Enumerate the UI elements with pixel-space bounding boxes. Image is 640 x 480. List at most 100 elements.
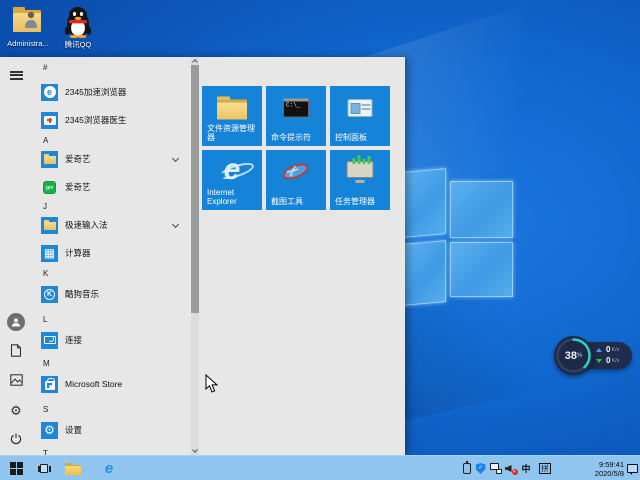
scroll-up-icon[interactable]: [191, 59, 198, 65]
pictures-button[interactable]: [0, 367, 32, 393]
task-manager-icon: [346, 155, 374, 183]
app-item-calculator[interactable]: ▦ 计算器: [32, 244, 190, 262]
section-header[interactable]: K: [43, 269, 48, 278]
app-item-2345-doctor[interactable]: 2345浏览器医生: [32, 111, 190, 129]
section-header[interactable]: #: [43, 63, 47, 72]
tile-command-prompt[interactable]: C:\_ 命令提示符: [266, 86, 326, 146]
usage-gauge[interactable]: 38%: [554, 336, 593, 375]
user-avatar-icon: [7, 313, 25, 331]
desktop-icon-qq[interactable]: 腾讯QQ: [54, 7, 102, 50]
chevron-down-icon: [171, 220, 180, 228]
mouse-cursor: [205, 374, 219, 393]
usb-icon: [463, 461, 471, 474]
2345-browser-icon: e: [41, 83, 58, 101]
documents-button[interactable]: [0, 337, 32, 363]
section-header[interactable]: A: [43, 136, 48, 145]
rail-settings-button[interactable]: ⚙: [0, 397, 32, 423]
action-center-icon: [626, 464, 638, 475]
command-prompt-icon: C:\_: [283, 98, 309, 118]
ime-name-button[interactable]: 拼: [537, 456, 553, 480]
desktop-icon-administrator[interactable]: Administra...: [4, 7, 52, 48]
folder-item-iqiyi[interactable]: 爱奇艺: [32, 150, 190, 168]
windows-logo-icon: [9, 462, 23, 475]
network-tray-button[interactable]: [488, 456, 503, 480]
start-rail: ⚙: [0, 57, 32, 455]
folder-icon: [41, 150, 58, 168]
net-speed-rows: 0 K/s 0 K/s: [596, 344, 630, 366]
start-menu: ⚙ # e 2345加速浏览器 2345浏览器医生 A 爱奇艺 QIY 爱奇艺 …: [0, 57, 405, 455]
ime-mode-button[interactable]: 中: [519, 456, 533, 480]
document-icon: [10, 343, 22, 357]
2345-doctor-icon: [41, 111, 58, 129]
section-header[interactable]: L: [43, 315, 47, 324]
start-app-list: # e 2345加速浏览器 2345浏览器医生 A 爱奇艺 QIY 爱奇艺 J: [32, 57, 190, 455]
expand-menu-button[interactable]: [0, 62, 32, 88]
clock-date: 2020/5/8: [594, 468, 624, 478]
folder-icon: [65, 462, 81, 475]
app-item-kugou[interactable]: K 酷狗音乐: [32, 285, 190, 303]
taskbar-internet-explorer[interactable]: e: [99, 456, 119, 480]
power-button[interactable]: [0, 426, 32, 452]
tile-internet-explorer[interactable]: e Internet Explorer: [202, 150, 262, 210]
power-icon: [10, 433, 22, 445]
settings-icon: ⚙: [41, 421, 58, 439]
iqiyi-icon: QIY: [41, 179, 58, 196]
connect-icon: [41, 331, 58, 349]
clock-time: 9:59:41: [598, 459, 624, 469]
control-panel-icon: [347, 99, 373, 117]
start-tiles: 文件资源管理器 C:\_ 命令提示符 控制面板 e Internet Explo…: [199, 57, 405, 455]
tile-file-explorer[interactable]: 文件资源管理器: [202, 86, 262, 146]
calculator-icon: ▦: [41, 244, 58, 262]
folder-icon: [41, 216, 58, 234]
tile-control-panel[interactable]: 控制面板: [330, 86, 390, 146]
user-account-button[interactable]: [0, 309, 32, 335]
network-icon: [489, 463, 502, 474]
task-view-button[interactable]: [34, 456, 54, 480]
gear-icon: ⚙: [10, 402, 22, 418]
user-folder-icon: [11, 7, 45, 37]
ie-icon: e: [104, 460, 114, 477]
action-center-button[interactable]: [625, 456, 639, 480]
taskbar-file-explorer[interactable]: [63, 456, 83, 480]
start-scrollbar[interactable]: [191, 57, 199, 455]
microsoft-store-icon: [41, 375, 58, 393]
app-item-microsoft-store[interactable]: Microsoft Store: [32, 375, 190, 393]
windows-logo-pane: [450, 242, 513, 297]
scrollbar-thumb[interactable]: [191, 65, 199, 313]
tile-snipping-tool[interactable]: ✂ 截图工具: [266, 150, 326, 210]
folder-item-jisu-ime[interactable]: 极速输入法: [32, 216, 190, 234]
windows-logo-pane: [403, 240, 446, 306]
app-item-iqiyi[interactable]: QIY 爱奇艺: [32, 178, 190, 196]
start-button[interactable]: [4, 456, 28, 480]
scroll-down-icon[interactable]: [191, 447, 198, 453]
internet-explorer-icon: e: [217, 155, 256, 185]
file-explorer-icon: [217, 96, 247, 120]
tile-task-manager[interactable]: 任务管理器: [330, 150, 390, 210]
usb-tray-button[interactable]: [461, 456, 473, 480]
ime-grid-icon: 拼: [539, 463, 551, 474]
speaker-muted-icon: ×: [504, 463, 518, 475]
section-header[interactable]: J: [43, 202, 47, 211]
taskbar: e ✓ × 中 拼 9:59:41 2020/5/8: [0, 455, 640, 480]
section-header[interactable]: S: [43, 405, 48, 414]
task-view-icon: [37, 463, 51, 474]
app-item-2345-browser[interactable]: e 2345加速浏览器: [32, 83, 190, 101]
volume-tray-button[interactable]: ×: [503, 456, 518, 480]
download-arrow-icon: [596, 358, 602, 363]
upload-arrow-icon: [596, 347, 602, 352]
shield-icon: ✓: [475, 463, 486, 474]
kugou-icon: K: [41, 285, 58, 303]
security-tray-button[interactable]: ✓: [474, 456, 487, 480]
windows-logo-pane: [450, 181, 513, 238]
snipping-tool-icon: ✂: [280, 160, 311, 183]
app-item-settings[interactable]: ⚙ 设置: [32, 421, 190, 439]
download-row: 0 K/s: [596, 355, 630, 366]
chevron-down-icon: [171, 154, 180, 162]
app-item-connect[interactable]: 连接: [32, 331, 190, 349]
qq-penguin-icon: [61, 7, 95, 38]
section-header[interactable]: M: [43, 359, 50, 368]
pictures-icon: [9, 374, 23, 386]
screen: Administra... 腾讯QQ ⚙ # e 2345加速浏览器 2345浏…: [0, 0, 640, 480]
taskbar-clock[interactable]: 9:59:41 2020/5/8: [595, 456, 624, 480]
desktop-icon-label: 腾讯QQ: [64, 40, 92, 49]
